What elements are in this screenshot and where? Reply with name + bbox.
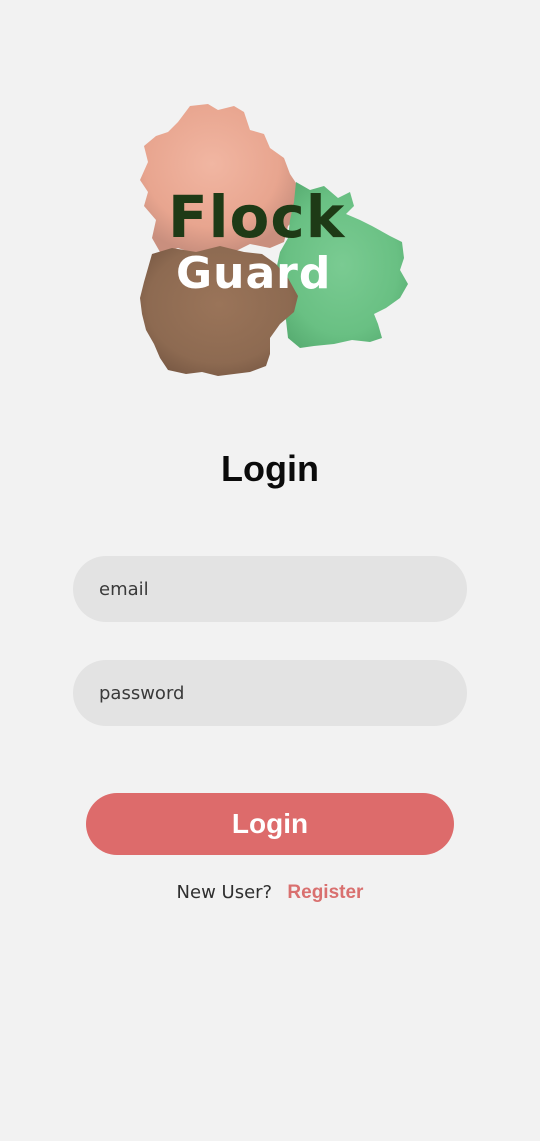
register-link[interactable]: Register	[287, 882, 363, 903]
email-field[interactable]	[73, 556, 467, 622]
register-row: New User? Register	[0, 880, 540, 906]
login-button[interactable]: Login	[86, 793, 454, 855]
logo-blobs	[140, 104, 408, 376]
logo-pink-blob	[140, 104, 300, 254]
new-user-label: New User?	[176, 882, 273, 903]
logo-brown-blob	[140, 246, 298, 376]
logo-green-blob	[276, 182, 408, 348]
flockguard-logo: Flock Guard	[138, 102, 410, 378]
password-field[interactable]	[73, 660, 467, 726]
page-title: Login	[221, 448, 319, 489]
